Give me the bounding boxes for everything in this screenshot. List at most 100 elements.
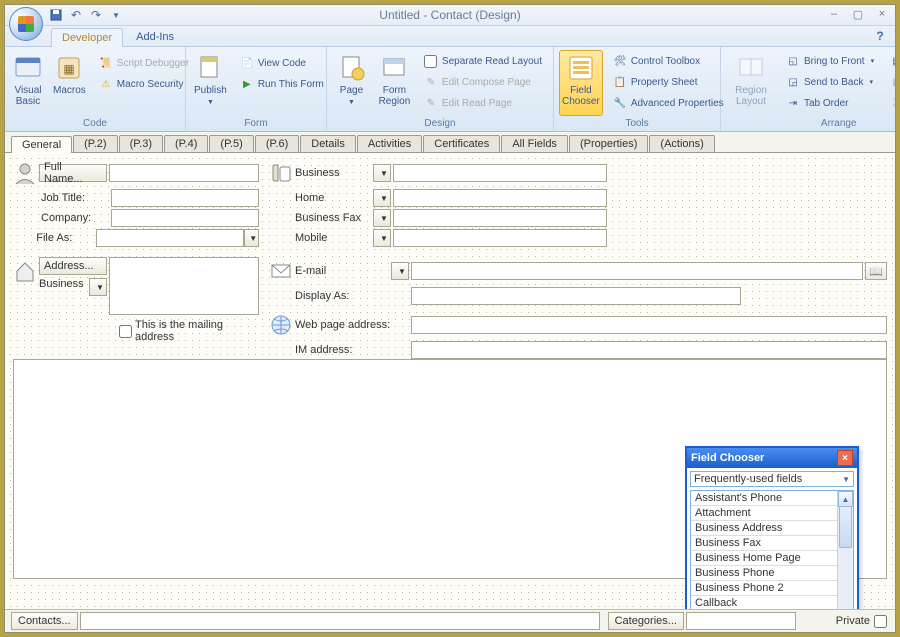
region-layout-button[interactable]: Region Layout	[726, 50, 776, 116]
field-item[interactable]: Assistant's Phone	[691, 491, 838, 506]
script-debugger-icon: 📜	[99, 56, 113, 70]
send-to-back-button[interactable]: ◲Send to Back▾	[780, 72, 880, 92]
help-icon[interactable]: ?	[873, 29, 887, 43]
email-dropdown[interactable]: ▼	[391, 262, 409, 280]
minimize-button[interactable]: –	[825, 7, 843, 21]
file-as-input[interactable]	[96, 229, 244, 247]
scroll-up-button[interactable]: ▲	[838, 491, 853, 507]
field-item[interactable]: Business Phone 2	[691, 581, 838, 596]
field-chooser-list[interactable]: Assistant's PhoneAttachmentBusiness Addr…	[690, 490, 854, 614]
phone4-input[interactable]	[393, 229, 607, 247]
control-toolbox-button[interactable]: 🛠Control Toolbox	[607, 51, 730, 71]
phone1-input[interactable]	[393, 164, 607, 182]
phone2-dropdown[interactable]: ▼	[373, 189, 391, 207]
group-label-arrange: Arrange	[726, 116, 896, 131]
private-checkbox[interactable]	[874, 615, 887, 628]
run-this-form-button[interactable]: ▶Run This Form	[234, 74, 330, 94]
macro-security-button[interactable]: ⚠Macro Security	[93, 74, 195, 94]
size-button[interactable]: ⛶Size▾	[884, 93, 896, 113]
group-label-form: Form	[191, 116, 321, 131]
email-input[interactable]	[411, 262, 863, 280]
form-tab-properties[interactable]: (Properties)	[569, 135, 648, 152]
form-tab-p4[interactable]: (P.4)	[164, 135, 208, 152]
form-region-button[interactable]: Form Region	[375, 50, 414, 116]
webpage-input[interactable]	[411, 316, 887, 334]
advanced-properties-button[interactable]: 🔧Advanced Properties	[607, 93, 730, 113]
field-chooser-window[interactable]: Field Chooser× Frequently-used fields▼ A…	[685, 446, 859, 614]
page-button[interactable]: Page▼	[332, 50, 371, 116]
form-tab-details[interactable]: Details	[300, 135, 356, 152]
categories-button[interactable]: Categories...	[608, 612, 684, 630]
separate-read-layout-button[interactable]: Separate Read Layout	[418, 51, 548, 71]
field-chooser-scrollbar[interactable]: ▲ ▼	[837, 491, 853, 614]
bring-to-front-button[interactable]: ◱Bring to Front▾	[780, 51, 880, 71]
macros-button[interactable]: ▦ Macros	[50, 50, 89, 116]
file-as-dropdown[interactable]: ▼	[244, 229, 259, 247]
office-orb-button[interactable]	[9, 7, 43, 41]
align-button[interactable]: ▤Align▾	[884, 51, 896, 71]
field-chooser-close-button[interactable]: ×	[837, 450, 853, 466]
contacts-input[interactable]	[80, 612, 600, 630]
address-button[interactable]: Address...	[39, 257, 107, 275]
form-tab-p2[interactable]: (P.2)	[73, 135, 117, 152]
field-item[interactable]: Business Address	[691, 521, 838, 536]
property-sheet-button[interactable]: 📋Property Sheet	[607, 72, 730, 92]
view-code-button[interactable]: 📄View Code	[234, 53, 330, 73]
phone3-dropdown[interactable]: ▼	[373, 209, 391, 227]
phone3-label: Business Fax	[295, 212, 373, 224]
form-tab-p5[interactable]: (P.5)	[209, 135, 253, 152]
edit-compose-page-button[interactable]: ✎Edit Compose Page	[418, 72, 548, 92]
address-input[interactable]	[109, 257, 259, 315]
group-label-design: Design	[332, 116, 548, 131]
tab-developer[interactable]: Developer	[51, 28, 123, 47]
separate-read-checkbox[interactable]	[424, 55, 437, 68]
form-tab-general[interactable]: General	[11, 136, 72, 153]
categories-input[interactable]	[686, 612, 796, 630]
form-tab-activities[interactable]: Activities	[357, 135, 422, 152]
field-chooser-button[interactable]: Field Chooser	[559, 50, 603, 116]
publish-button[interactable]: Publish ▼	[191, 50, 230, 116]
edit-read-page-button[interactable]: ✎Edit Read Page	[418, 93, 548, 113]
macros-icon: ▦	[54, 53, 84, 83]
display-as-input[interactable]	[411, 287, 741, 305]
phone3-input[interactable]	[393, 209, 607, 227]
maximize-button[interactable]: ▢	[849, 7, 867, 21]
visual-basic-button[interactable]: Visual Basic	[10, 50, 46, 116]
phone1-dropdown[interactable]: ▼	[373, 164, 391, 182]
tab-order-button[interactable]: ⇥Tab Order	[780, 93, 880, 113]
company-input[interactable]	[111, 209, 259, 227]
save-icon[interactable]	[49, 8, 63, 22]
form-tab-p6[interactable]: (P.6)	[255, 135, 299, 152]
full-name-input[interactable]	[109, 164, 259, 182]
field-item[interactable]: Attachment	[691, 506, 838, 521]
script-debugger-button[interactable]: 📜Script Debugger	[93, 53, 195, 73]
im-input[interactable]	[411, 341, 887, 359]
group-button[interactable]: ▦Group▾	[884, 72, 896, 92]
private-label: Private	[836, 615, 870, 627]
form-tab-certificates[interactable]: Certificates	[423, 135, 500, 152]
address-type-dropdown[interactable]: ▼	[89, 278, 107, 296]
svg-text:▦: ▦	[64, 62, 75, 76]
contacts-button[interactable]: Contacts...	[11, 612, 78, 630]
full-name-button[interactable]: Full Name...	[39, 164, 107, 182]
redo-icon[interactable]: ↷	[89, 8, 103, 22]
run-icon: ▶	[240, 77, 254, 91]
field-chooser-icon	[566, 53, 596, 83]
form-tab-allfields[interactable]: All Fields	[501, 135, 568, 152]
form-tab-actions[interactable]: (Actions)	[649, 135, 714, 152]
mailing-address-checkbox[interactable]	[119, 325, 132, 338]
phone4-dropdown[interactable]: ▼	[373, 229, 391, 247]
undo-icon[interactable]: ↶	[69, 8, 83, 22]
phone2-input[interactable]	[393, 189, 607, 207]
qat-dropdown-icon[interactable]: ▼	[109, 8, 123, 22]
job-title-input[interactable]	[111, 189, 259, 207]
tab-addins[interactable]: Add-Ins	[125, 27, 185, 46]
field-item[interactable]: Business Home Page	[691, 551, 838, 566]
address-book-button[interactable]: 📖	[865, 262, 887, 280]
field-item[interactable]: Business Fax	[691, 536, 838, 551]
field-chooser-combo[interactable]: Frequently-used fields▼	[690, 471, 854, 487]
close-button[interactable]: ×	[873, 7, 891, 21]
field-item[interactable]: Business Phone	[691, 566, 838, 581]
form-tab-p3[interactable]: (P.3)	[119, 135, 163, 152]
scroll-thumb[interactable]	[839, 506, 852, 548]
